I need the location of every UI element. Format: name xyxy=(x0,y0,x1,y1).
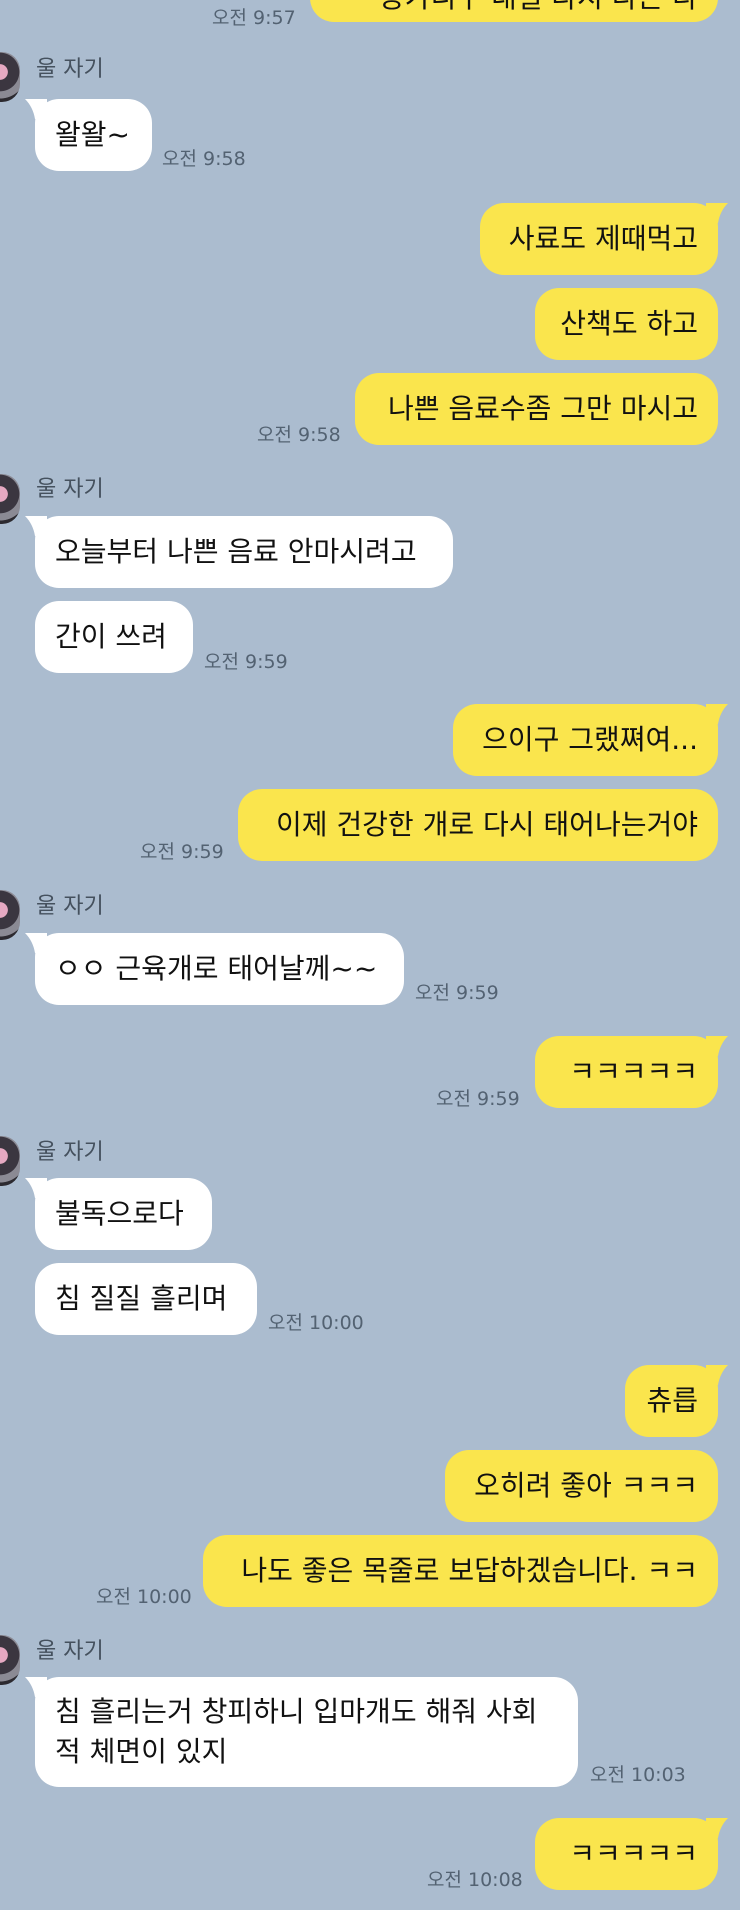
message-text: 오히려 좋아 ㅋㅋㅋ xyxy=(474,1469,698,1502)
bubble-tail xyxy=(706,203,728,223)
message-text: 으이구 그랬쪄여... xyxy=(482,723,698,756)
message-text: 산책도 하고 xyxy=(560,307,698,340)
message-text: 나도 좋은 목줄로 보답하겠습니다. ㅋㅋ xyxy=(241,1554,698,1587)
bubble-tail xyxy=(25,1178,47,1198)
bubble-tail xyxy=(25,99,47,119)
message-timestamp: 오전 10:03 xyxy=(590,1764,686,1786)
message-timestamp: 오전 10:00 xyxy=(268,1312,364,1334)
message-timestamp: 오전 9:57 xyxy=(212,7,296,29)
message-timestamp: 오전 9:59 xyxy=(204,651,288,673)
message-text: 오늘부터 나쁜 음료 안마시려고 xyxy=(55,535,417,568)
message-bubble[interactable]: 오히려 좋아 ㅋㅋㅋ xyxy=(445,1450,718,1522)
avatar[interactable] xyxy=(0,890,20,940)
message-bubble[interactable]: 불독으로다 xyxy=(25,1178,212,1250)
avatar[interactable] xyxy=(0,1136,20,1186)
sender-name: 울 자기 xyxy=(36,57,104,82)
sender-name: 울 자기 xyxy=(36,1639,104,1664)
bubble-tail xyxy=(706,1365,728,1385)
message-bubble[interactable]: 으이구 그랬쪄여... xyxy=(453,704,728,776)
message-bubble[interactable]: 간이 쓰려 xyxy=(35,601,193,673)
avatar[interactable] xyxy=(0,52,20,102)
message-timestamp: 오전 10:08 xyxy=(427,1869,523,1891)
bubble-tail xyxy=(706,1036,728,1056)
bubble-tail xyxy=(25,933,47,953)
message-text: ㅋㅋㅋㅋㅋ xyxy=(569,1837,698,1870)
message-bubble[interactable]: 왈왈~ xyxy=(25,99,152,171)
message-bubble[interactable]: 츄릅 xyxy=(625,1365,728,1437)
message-timestamp: 오전 10:00 xyxy=(96,1586,192,1608)
message-text: ㅋㅋㅋㅋㅋ xyxy=(569,1055,698,1088)
message-bubble[interactable]: 침 흘리는거 창피하니 입마개도 해줘 사회적 체면이 있지 xyxy=(25,1677,578,1787)
avatar[interactable] xyxy=(0,1635,20,1685)
message-bubble[interactable]: 이제 건강한 개로 다시 태어나는거야 xyxy=(238,789,718,861)
message-bubble[interactable]: 나도 좋은 목줄로 보답하겠습니다. ㅋㅋ xyxy=(203,1535,718,1607)
message-bubble[interactable]: 등가니구 내일 다시 다는 다 xyxy=(310,0,718,22)
message-bubble[interactable]: 나쁜 음료수좀 그만 마시고 xyxy=(355,373,718,445)
message-timestamp: 오전 9:58 xyxy=(257,424,341,446)
message-timestamp: 오전 9:59 xyxy=(415,982,499,1004)
sender-name: 울 자기 xyxy=(36,894,104,919)
sender-name: 울 자기 xyxy=(36,1140,104,1165)
bubble-tail xyxy=(706,1818,728,1838)
message-bubble[interactable]: 오늘부터 나쁜 음료 안마시려고 xyxy=(25,516,453,588)
message-text: 불독으로다 xyxy=(55,1197,184,1230)
message-bubble[interactable]: ㅋㅋㅋㅋㅋ xyxy=(535,1036,728,1108)
message-text: 등가니구 내일 다시 다는 다 xyxy=(379,0,698,14)
message-text: 나쁜 음료수좀 그만 마시고 xyxy=(387,392,698,425)
sender-name: 울 자기 xyxy=(36,477,104,502)
chat-room: 등가니구 내일 다시 다는 다오전 9:57울 자기왈왈~오전 9:58사료도 … xyxy=(0,0,740,1910)
message-text: 사료도 제때먹고 xyxy=(508,222,698,255)
message-timestamp: 오전 9:59 xyxy=(140,841,224,863)
message-text: ㅇㅇ 근육개로 태어날께~~ xyxy=(55,952,378,985)
message-text: 침 흘리는거 창피하니 입마개도 해줘 사회적 체면이 있지 xyxy=(55,1695,538,1768)
message-text: 침 질질 흘리며 xyxy=(55,1282,228,1315)
message-bubble[interactable]: ㅋㅋㅋㅋㅋ xyxy=(535,1818,728,1890)
bubble-tail xyxy=(25,516,47,536)
bubble-tail xyxy=(706,704,728,724)
message-text: 간이 쓰려 xyxy=(55,620,167,653)
message-bubble[interactable]: 산책도 하고 xyxy=(535,288,718,360)
message-timestamp: 오전 9:59 xyxy=(436,1088,520,1110)
message-bubble[interactable]: 침 질질 흘리며 xyxy=(35,1263,257,1335)
message-text: 이제 건강한 개로 다시 태어나는거야 xyxy=(275,808,698,841)
message-text: 왈왈~ xyxy=(55,118,130,151)
avatar[interactable] xyxy=(0,474,20,524)
message-timestamp: 오전 9:58 xyxy=(162,148,246,170)
message-bubble[interactable]: ㅇㅇ 근육개로 태어날께~~ xyxy=(25,933,404,1005)
message-text: 츄릅 xyxy=(646,1384,698,1417)
message-bubble[interactable]: 사료도 제때먹고 xyxy=(480,203,728,275)
bubble-tail xyxy=(25,1677,47,1697)
